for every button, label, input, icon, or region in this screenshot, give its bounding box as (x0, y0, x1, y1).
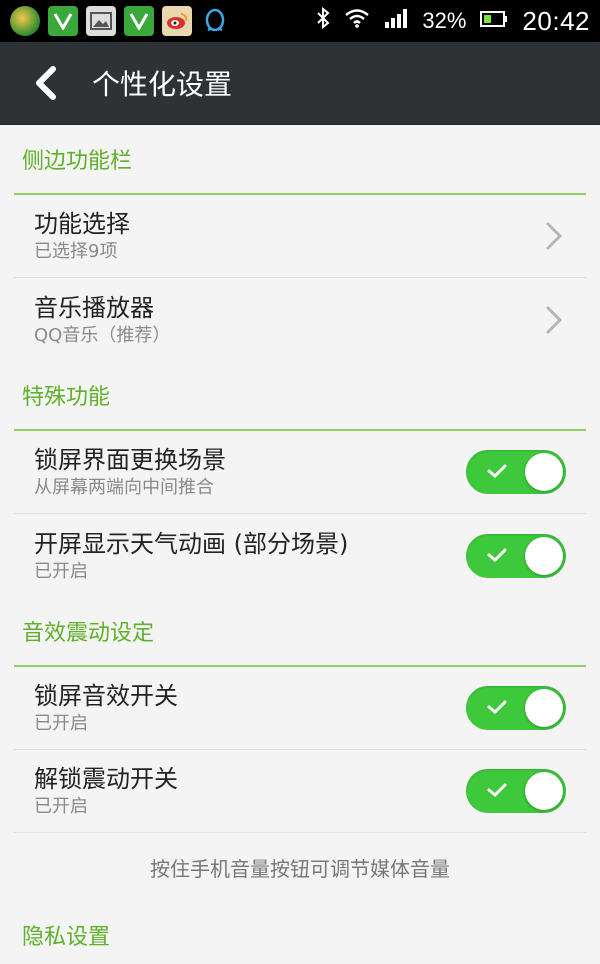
function-select-row[interactable]: 功能选择 已选择9项 (14, 195, 586, 278)
check-icon (487, 700, 507, 715)
lockscreen-scene-row: 锁屏界面更换场景 从屏幕两端向中间推合 (14, 431, 586, 514)
bluetooth-icon (316, 6, 330, 35)
row-subtitle: 从屏幕两端向中间推合 (34, 477, 214, 498)
row-subtitle: 已开启 (34, 796, 88, 817)
back-arrow-icon (36, 66, 56, 100)
app-v-icon (124, 6, 154, 36)
lockscreen-scene-toggle[interactable] (466, 450, 566, 494)
section-header-sidebar: 侧边功能栏 (14, 125, 586, 195)
row-title: 锁屏音效开关 (34, 682, 178, 710)
app-logo-icon (10, 6, 40, 36)
battery-icon (480, 8, 508, 34)
check-icon (487, 548, 507, 562)
clock: 20:42 (522, 5, 590, 36)
toggle-knob (525, 536, 563, 575)
back-button[interactable] (0, 42, 92, 125)
chevron-right-icon (545, 221, 563, 251)
check-icon (487, 464, 507, 479)
row-title: 锁屏界面更换场景 (34, 446, 226, 474)
section-header-special: 特殊功能 (14, 361, 586, 431)
weather-animation-row: 开屏显示天气动画 (部分场景) 已开启 (14, 514, 586, 597)
section-sidebar: 功能选择 已选择9项 音乐播放器 QQ音乐（推荐） (14, 195, 586, 361)
unlock-vibration-toggle[interactable] (466, 769, 566, 813)
status-bar: 32% 20:42 (0, 0, 600, 42)
toggle-knob (525, 689, 563, 727)
row-subtitle: 已选择9项 (34, 241, 118, 262)
app-v-icon (48, 6, 78, 36)
toggle-knob (525, 453, 563, 491)
weibo-icon (162, 6, 192, 36)
section-sound-vibration: 锁屏音效开关 已开启 解锁震动开关 已开启 按住手机音量按钮可调节媒体音量 (14, 667, 586, 901)
row-subtitle: QQ音乐（推荐） (34, 324, 171, 346)
battery-percent: 32% (422, 8, 467, 33)
action-bar: 个性化设置 (0, 42, 600, 125)
toggle-knob (525, 772, 563, 810)
chevron-right-icon (545, 305, 563, 334)
row-title: 开屏显示天气动画 (部分场景) (34, 529, 349, 558)
row-subtitle: 已开启 (34, 560, 88, 582)
check-icon (487, 783, 507, 798)
notification-icons (10, 6, 230, 36)
settings-list: 侧边功能栏 功能选择 已选择9项 音乐播放器 QQ音乐（推荐） 特殊功能 锁屏界… (0, 125, 600, 964)
row-title: 功能选择 (34, 210, 130, 238)
section-header-sound-vibration: 音效震动设定 (14, 597, 586, 667)
gallery-icon (86, 6, 116, 36)
qq-icon (200, 6, 230, 36)
signal-icon (384, 8, 408, 34)
row-title: 解锁震动开关 (34, 765, 178, 793)
weather-animation-toggle[interactable] (466, 533, 566, 578)
row-title: 音乐播放器 (34, 293, 154, 322)
system-status: 32% 20:42 (316, 6, 590, 37)
unlock-vibration-row: 解锁震动开关 已开启 (14, 750, 586, 833)
lockscreen-sound-row: 锁屏音效开关 已开启 (14, 667, 586, 750)
music-player-row[interactable]: 音乐播放器 QQ音乐（推荐） (14, 278, 586, 361)
lockscreen-sound-toggle[interactable] (466, 686, 566, 730)
page-title: 个性化设置 (92, 68, 233, 101)
volume-hint-text: 按住手机音量按钮可调节媒体音量 (150, 856, 450, 881)
wifi-icon (344, 8, 370, 34)
section-special: 锁屏界面更换场景 从屏幕两端向中间推合 开屏显示天气动画 (部分场景) 已开启 (14, 431, 586, 597)
row-subtitle: 已开启 (34, 713, 88, 734)
section-header-privacy: 隐私设置 (14, 901, 586, 964)
